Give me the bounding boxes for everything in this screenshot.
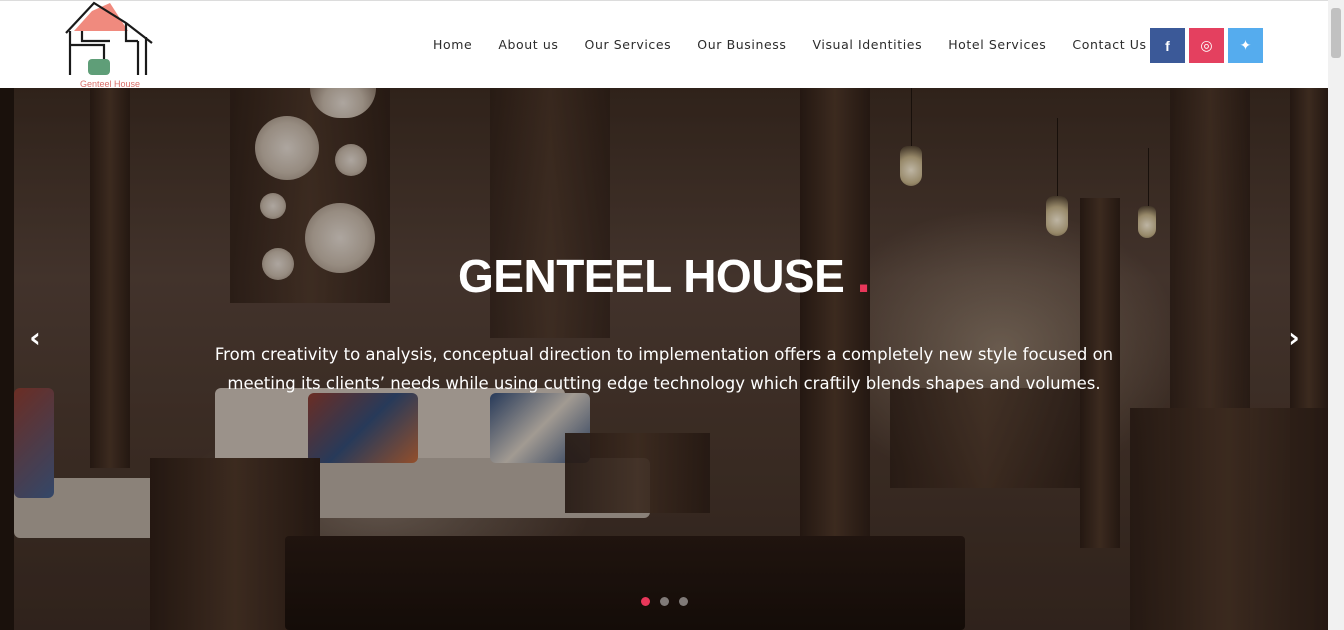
instagram-button[interactable]: ◎ xyxy=(1189,28,1224,63)
hero-slider: GENTEEL HOUSE . From creativity to analy… xyxy=(0,88,1328,630)
twitter-button[interactable]: ✦ xyxy=(1228,28,1263,63)
slider-indicator[interactable] xyxy=(641,597,650,606)
social-links: f ◎ ✦ xyxy=(1150,28,1267,63)
logo-text: Genteel House xyxy=(79,79,141,89)
chevron-left-icon: ‹ xyxy=(29,320,41,354)
slider-indicator[interactable] xyxy=(660,597,669,606)
instagram-icon: ◎ xyxy=(1200,37,1213,53)
house-logo-icon xyxy=(65,1,153,75)
hero-title: GENTEEL HOUSE . xyxy=(0,246,1328,304)
nav-item-contact-us[interactable]: Contact Us xyxy=(1072,37,1146,52)
nav-item-hotel-services[interactable]: Hotel Services xyxy=(948,37,1046,52)
nav-item-visual-identities[interactable]: Visual Identities xyxy=(813,37,923,52)
scrollbar-thumb[interactable] xyxy=(1331,8,1341,58)
hero-title-dot: . xyxy=(856,247,871,303)
twitter-icon: ✦ xyxy=(1239,37,1252,53)
main-nav: Home About us Our Services Our Business … xyxy=(420,37,1160,52)
facebook-icon: f xyxy=(1165,37,1170,54)
hero-description: From creativity to analysis, conceptual … xyxy=(214,345,1114,393)
nav-item-home[interactable]: Home xyxy=(433,37,472,52)
slider-prev-button[interactable]: ‹ xyxy=(20,320,50,354)
chevron-right-icon: › xyxy=(1288,320,1300,354)
slider-indicators xyxy=(641,597,698,606)
logo[interactable]: Genteel House xyxy=(64,1,156,91)
site-header: Genteel House Home About us Our Services… xyxy=(0,0,1328,91)
hero-title-text: GENTEEL HOUSE xyxy=(458,250,845,302)
facebook-button[interactable]: f xyxy=(1150,28,1185,63)
nav-item-our-services[interactable]: Our Services xyxy=(585,37,672,52)
nav-item-our-business[interactable]: Our Business xyxy=(697,37,786,52)
slider-indicator[interactable] xyxy=(679,597,688,606)
nav-item-about-us[interactable]: About us xyxy=(498,37,558,52)
slider-next-button[interactable]: › xyxy=(1279,320,1309,354)
page: Genteel House Home About us Our Services… xyxy=(0,0,1328,630)
page-scrollbar[interactable] xyxy=(1328,0,1344,630)
